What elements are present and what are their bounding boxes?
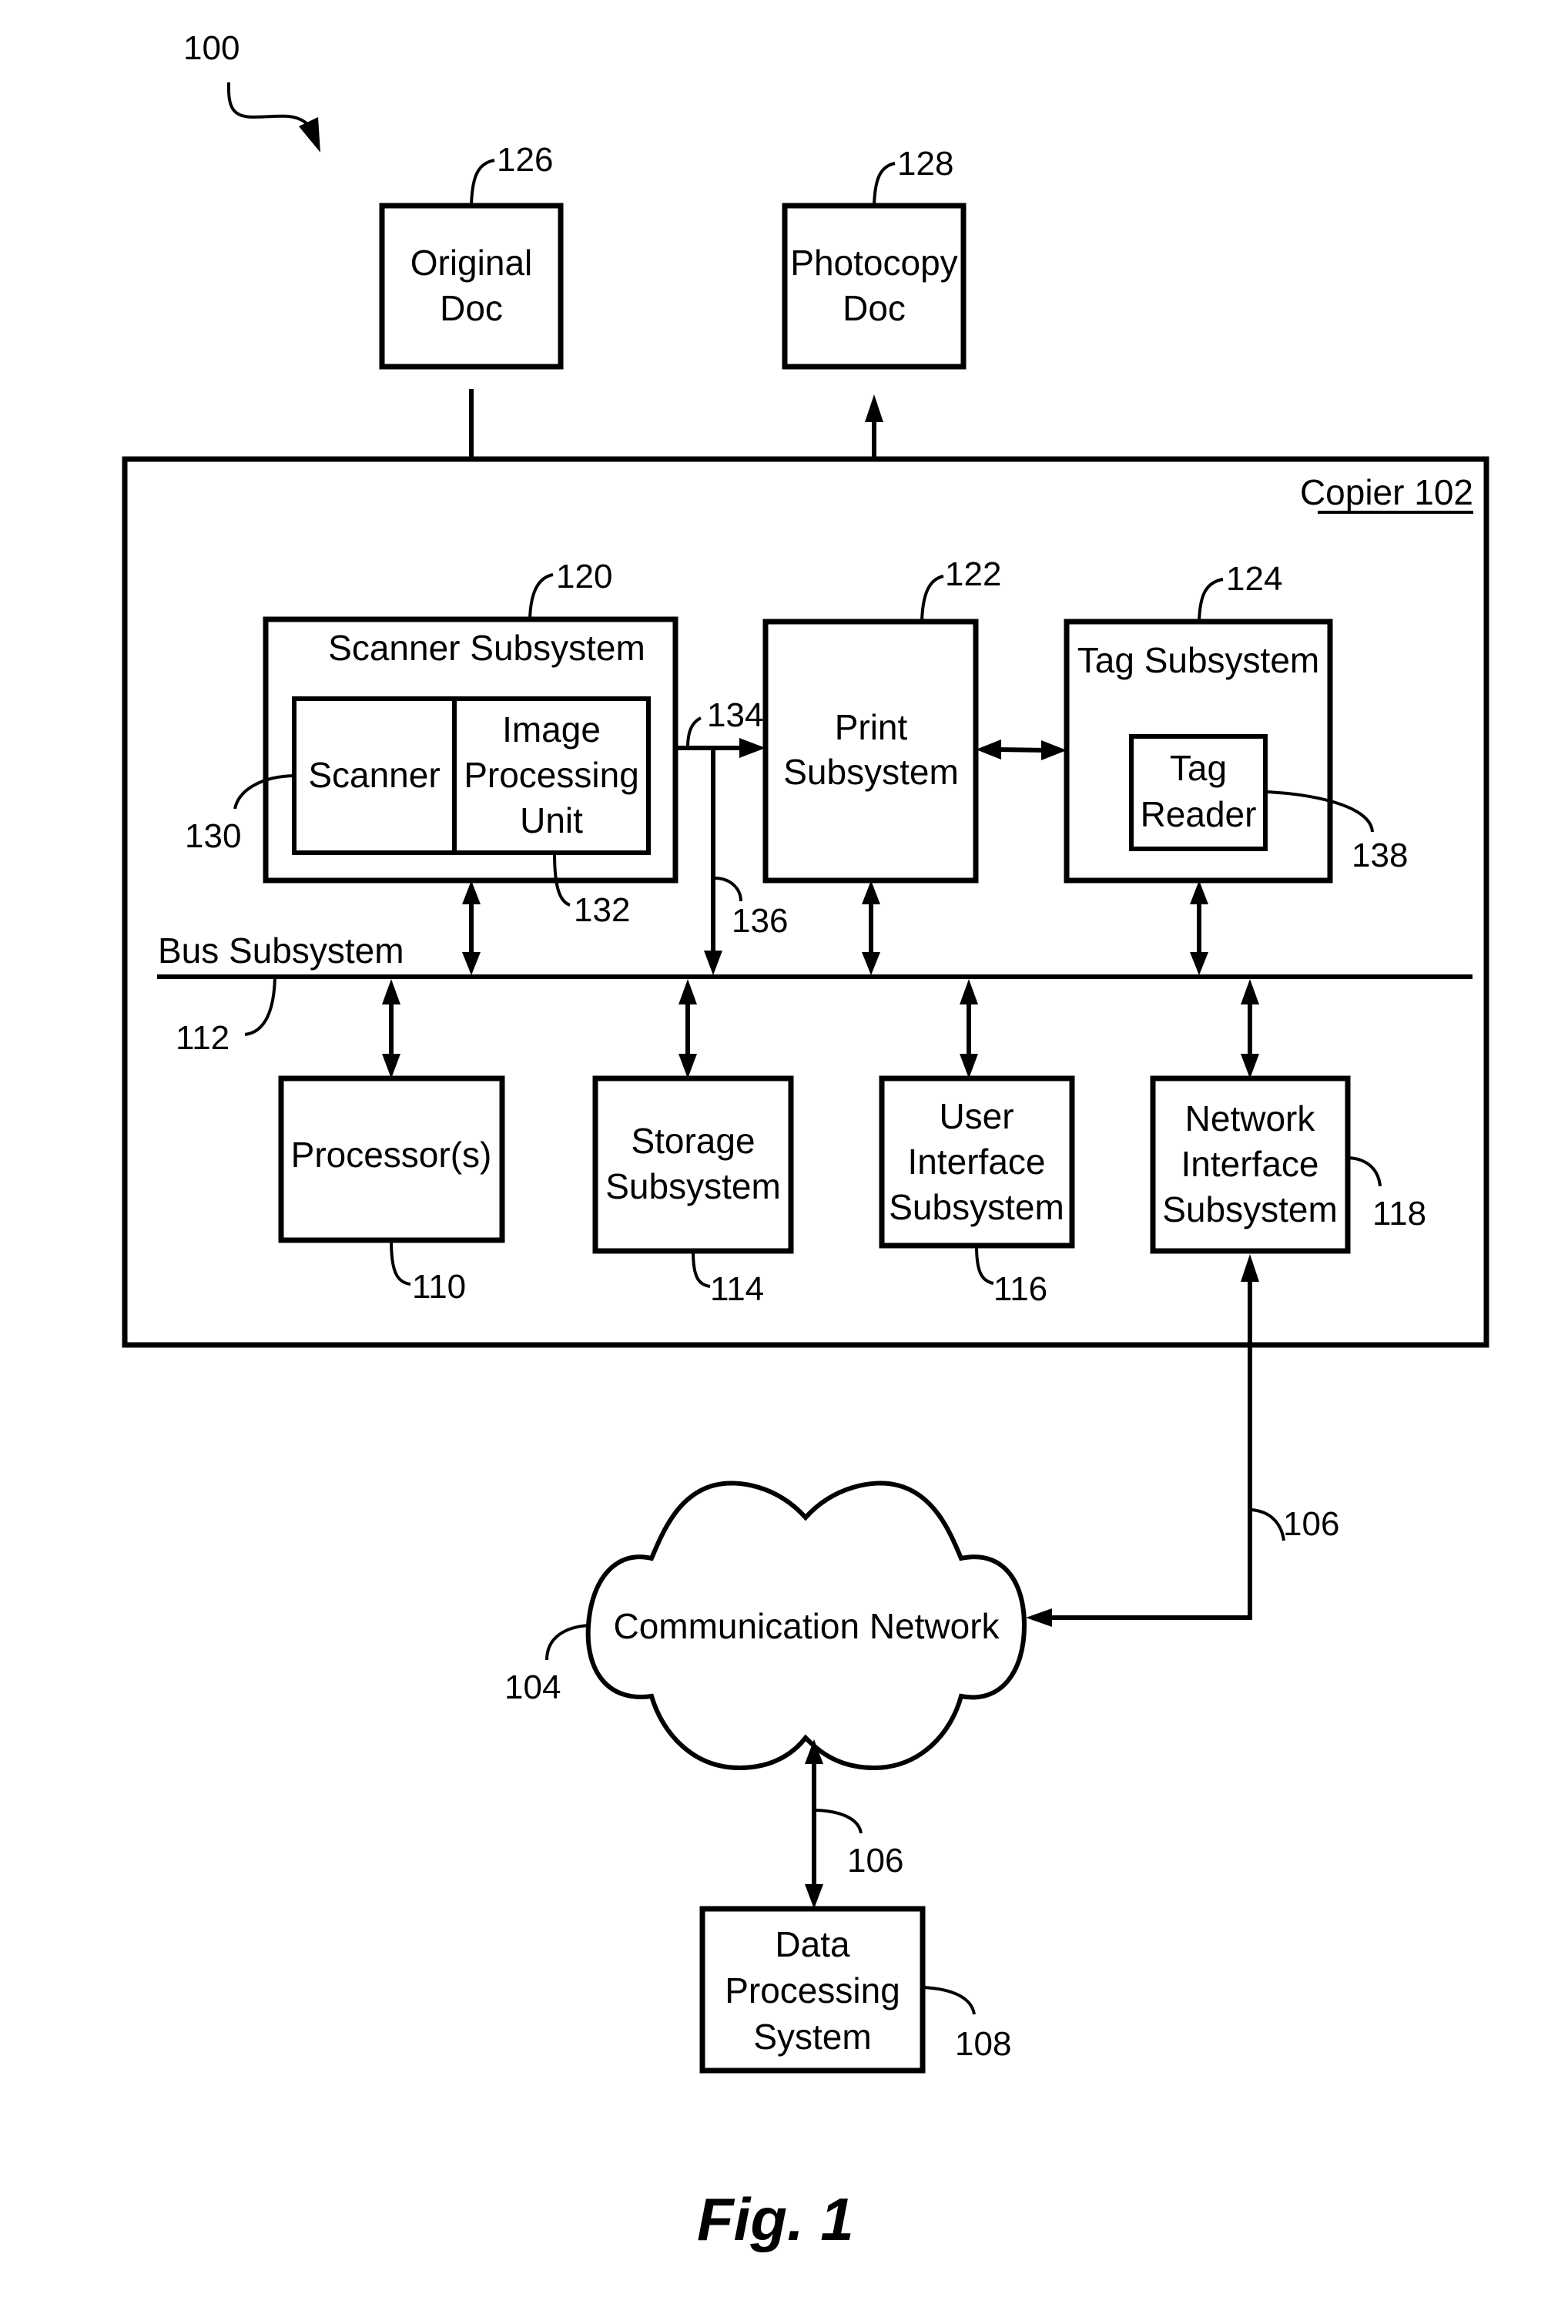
ref-118: 118 (1372, 1195, 1426, 1232)
ref-130: 130 (185, 817, 241, 855)
ref-104: 104 (504, 1668, 561, 1706)
tag-reader-line-2: Reader (1141, 794, 1257, 834)
patent-figure: 100 Original Doc 126 Photocopy Doc 128 C… (122, 29, 1489, 2253)
print-subsystem-box (762, 619, 979, 884)
copier-label: Copier 102 (1300, 472, 1473, 512)
ref-124: 124 (1226, 560, 1282, 598)
photocopy-doc-box (782, 203, 967, 370)
tag-subsystem-title: Tag Subsystem (1077, 640, 1319, 680)
ui-line-2: Interface (908, 1142, 1046, 1182)
leader-104 (545, 1624, 589, 1661)
network-label: Communication Network (613, 1606, 1000, 1646)
leader-128 (873, 162, 896, 206)
leader-106-upper (1251, 1508, 1285, 1541)
leader-126 (470, 159, 495, 206)
arrowhead-icon (805, 1884, 823, 1909)
ref-100: 100 (183, 29, 240, 67)
ref-132: 132 (574, 891, 630, 929)
print-line-1: Print (835, 707, 908, 747)
leader-108 (922, 1986, 976, 2015)
scanner-label: Scanner (308, 755, 440, 795)
photocopy-doc-line-1: Photocopy (790, 243, 957, 283)
scanner-subsystem-title: Scanner Subsystem (328, 628, 645, 668)
storage-box (592, 1075, 794, 1254)
storage-line-1: Storage (631, 1121, 755, 1161)
arrowhead-icon (865, 394, 883, 422)
ni-line-2: Interface (1181, 1144, 1319, 1184)
system-pointer-arrow (226, 82, 308, 125)
ipu-line-1: Image (502, 709, 601, 750)
ipu-line-3: Unit (520, 800, 583, 840)
ui-line-1: User (939, 1096, 1014, 1136)
processor-label: Processor(s) (291, 1135, 492, 1175)
dps-line-1: Data (775, 1924, 850, 1964)
ref-112: 112 (176, 1019, 230, 1057)
figure-caption: Fig. 1 (697, 2185, 854, 2253)
ref-114: 114 (710, 1270, 764, 1308)
ipu-line-2: Processing (464, 755, 639, 795)
ni-line-3: Subsystem (1162, 1189, 1338, 1229)
dps-line-2: Processing (725, 1970, 900, 2010)
bus-label: Bus Subsystem (158, 931, 404, 971)
print-line-2: Subsystem (783, 752, 959, 792)
arrowhead-icon (299, 117, 320, 153)
original-doc-line-2: Doc (440, 288, 503, 328)
ref-108: 108 (955, 2025, 1011, 2063)
ref-106-upper: 106 (1283, 1505, 1339, 1543)
storage-line-2: Subsystem (605, 1166, 781, 1206)
photocopy-doc-block: Photocopy Doc 128 (782, 145, 967, 370)
ref-120: 120 (556, 558, 612, 595)
original-doc-box (379, 203, 564, 370)
ref-122: 122 (945, 555, 1001, 593)
ref-116: 116 (993, 1270, 1047, 1308)
ref-136: 136 (732, 902, 788, 940)
leader-106-lower (815, 1809, 863, 1834)
arrowhead-icon (1026, 1608, 1052, 1627)
ref-134: 134 (707, 696, 763, 734)
ref-110: 110 (412, 1268, 466, 1306)
ni-line-1: Network (1185, 1098, 1316, 1139)
original-doc-line-1: Original (410, 243, 533, 283)
ref-106-lower: 106 (847, 1842, 903, 1880)
original-doc-block: Original Doc 126 (379, 141, 564, 370)
ref-138: 138 (1352, 837, 1408, 874)
communication-network-cloud: Communication Network 104 (504, 1481, 1027, 1771)
dps-line-3: System (753, 2017, 871, 2057)
photocopy-doc-line-2: Doc (843, 288, 906, 328)
ref-126: 126 (497, 141, 553, 179)
data-processing-system-block: Data Processing System 108 (699, 1906, 1011, 2074)
tag-reader-line-1: Tag (1170, 748, 1227, 788)
ui-line-3: Subsystem (889, 1187, 1064, 1227)
ref-128: 128 (897, 145, 953, 183)
